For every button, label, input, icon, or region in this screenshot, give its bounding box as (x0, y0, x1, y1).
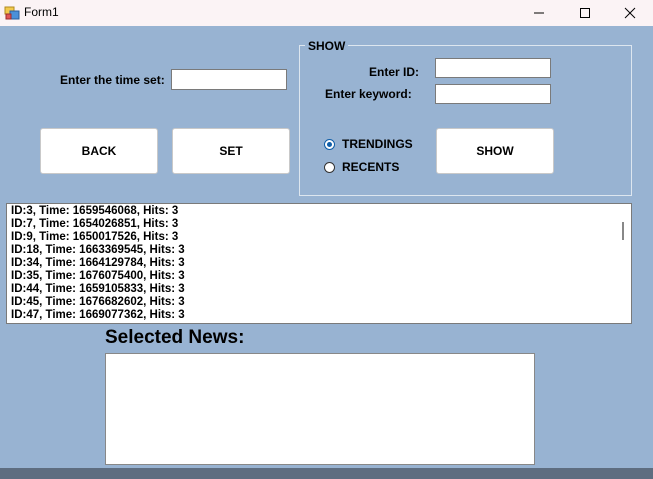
close-icon[interactable] (607, 0, 653, 26)
radio-recents-label: RECENTS (342, 160, 400, 174)
list-item[interactable]: ID:3, Time: 1659546068, Hits: 3 (11, 205, 185, 218)
list-item[interactable]: ID:18, Time: 1663369545, Hits: 3 (11, 244, 185, 257)
form-window: Form1 Enter the time set: BACK SET SHOW … (0, 0, 653, 479)
window-title: Form1 (24, 5, 59, 19)
list-item[interactable]: ID:7, Time: 1654026851, Hits: 3 (11, 218, 185, 231)
back-button[interactable]: BACK (40, 128, 158, 174)
radio-unchecked-icon[interactable] (324, 161, 335, 173)
time-set-label: Enter the time set: (60, 73, 165, 87)
id-input[interactable] (435, 58, 551, 78)
selected-news-textbox[interactable] (105, 353, 535, 465)
title-bar[interactable]: Form1 (0, 0, 653, 26)
list-item[interactable]: ID:9, Time: 1650017526, Hits: 3 (11, 231, 185, 244)
taskbar-strip (0, 468, 653, 479)
selected-news-heading: Selected News: (105, 327, 245, 348)
list-scrollbar[interactable] (615, 204, 631, 323)
time-set-input[interactable] (171, 69, 287, 90)
news-list-items: ID:3, Time: 1659546068, Hits: 3 ID:7, Ti… (11, 205, 185, 322)
radio-checked-icon[interactable] (324, 138, 335, 150)
show-group-title: SHOW (305, 39, 349, 53)
app-icon (4, 5, 20, 21)
radio-recents[interactable]: RECENTS (324, 160, 399, 174)
list-item[interactable]: ID:45, Time: 1676682602, Hits: 3 (11, 296, 185, 309)
scroll-thumb[interactable] (622, 222, 624, 240)
set-button[interactable]: SET (172, 128, 290, 174)
radio-trendings[interactable]: TRENDINGS (324, 137, 413, 151)
keyword-label: Enter keyword: (325, 87, 412, 101)
radio-trendings-label: TRENDINGS (342, 137, 413, 151)
minimize-icon[interactable] (516, 0, 562, 26)
list-item[interactable]: ID:47, Time: 1669077362, Hits: 3 (11, 309, 185, 322)
list-item[interactable]: ID:44, Time: 1659105833, Hits: 3 (11, 283, 185, 296)
id-label: Enter ID: (369, 65, 420, 79)
keyword-input[interactable] (435, 84, 551, 104)
list-item[interactable]: ID:34, Time: 1664129784, Hits: 3 (11, 257, 185, 270)
maximize-icon[interactable] (562, 0, 608, 26)
show-button[interactable]: SHOW (436, 128, 554, 174)
list-item[interactable]: ID:35, Time: 1676075400, Hits: 3 (11, 270, 185, 283)
news-listbox[interactable]: ID:3, Time: 1659546068, Hits: 3 ID:7, Ti… (6, 203, 632, 324)
